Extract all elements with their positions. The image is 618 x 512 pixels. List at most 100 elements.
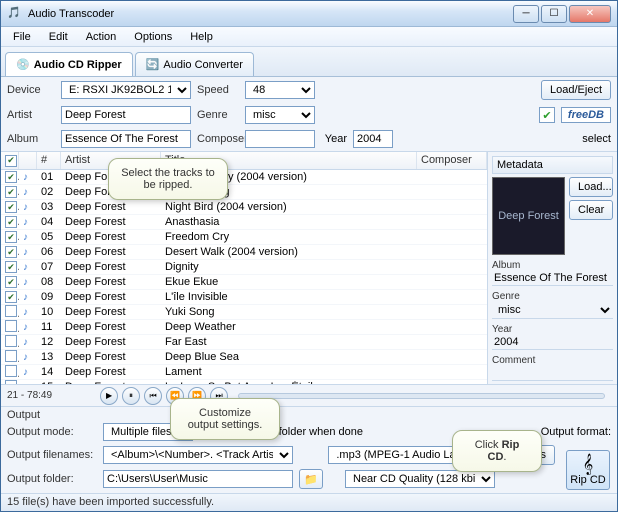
meta-year-input[interactable]: [492, 335, 613, 350]
freedb-button[interactable]: freeDB: [561, 107, 611, 123]
cd-icon: 💿: [16, 58, 30, 71]
note-icon: ♪: [23, 292, 28, 303]
prev-button[interactable]: ⏮: [144, 387, 162, 405]
artist-label: Artist: [7, 109, 55, 121]
year-label: Year: [321, 133, 347, 145]
output-folder-input[interactable]: [103, 470, 293, 488]
track-row[interactable]: ♪10Deep ForestYuki Song: [1, 305, 487, 320]
output-format-label: Output format:: [541, 426, 611, 438]
track-row[interactable]: ♪11Deep ForestDeep Weather: [1, 320, 487, 335]
genre-select[interactable]: misc: [245, 106, 315, 124]
callout-rip-cd: Click Rip CD.: [452, 430, 542, 472]
composer-label: Composer: [197, 133, 239, 145]
statusbar: 15 file(s) have been imported successful…: [1, 493, 617, 511]
note-icon: ♪: [23, 217, 28, 228]
track-row[interactable]: ✔♪09Deep ForestL'île Invisible: [1, 290, 487, 305]
track-row[interactable]: ✔♪03Deep ForestNight Bird (2004 version): [1, 200, 487, 215]
metadata-panel: Metadata Deep Forest Load... Clear Album…: [487, 152, 617, 384]
track-checkbox[interactable]: [5, 335, 17, 347]
album-input[interactable]: [61, 130, 191, 148]
track-row[interactable]: ✔♪04Deep ForestAnasthasia: [1, 215, 487, 230]
gear-icon: 🔄: [146, 58, 160, 71]
close-button[interactable]: ✕: [569, 5, 611, 23]
note-icon: ♪: [23, 307, 28, 318]
track-row[interactable]: ✔♪01Deep ForestSweet Lullaby (2004 versi…: [1, 170, 487, 185]
tab-audio-converter[interactable]: 🔄 Audio Converter: [135, 52, 254, 76]
minimize-button[interactable]: ─: [513, 5, 539, 23]
meta-genre-select[interactable]: misc: [492, 302, 613, 319]
callout-customize-output: Customize output settings.: [170, 398, 280, 440]
freedb-check-icon[interactable]: ✔: [539, 107, 555, 123]
window-title: Audio Transcoder: [28, 8, 513, 20]
menu-options[interactable]: Options: [126, 29, 180, 45]
select-label: select: [582, 133, 611, 145]
menubar: FileEditActionOptionsHelp: [1, 27, 617, 47]
album-cover: Deep Forest: [492, 177, 565, 255]
speed-select[interactable]: 48: [245, 81, 315, 99]
track-checkbox[interactable]: ✔: [5, 216, 17, 228]
treble-clef-icon: 𝄞: [583, 455, 594, 473]
callout-select-tracks: Select the tracks to be ripped.: [108, 158, 228, 200]
track-checkbox[interactable]: ✔: [5, 246, 17, 258]
track-row[interactable]: ♪14Deep ForestLament: [1, 365, 487, 380]
note-icon: ♪: [23, 322, 28, 333]
select-all-checkbox[interactable]: ✔: [5, 155, 17, 167]
output-header: Output: [1, 409, 617, 421]
composer-input[interactable]: [245, 130, 315, 148]
track-row[interactable]: ♪13Deep ForestDeep Blue Sea: [1, 350, 487, 365]
track-checkbox[interactable]: ✔: [5, 231, 17, 243]
track-checkbox[interactable]: ✔: [5, 171, 17, 183]
clear-cover-button[interactable]: Clear: [569, 200, 613, 220]
player-bar: 21 - 78:49 ▶ ⏸ ⏮ ⏪ ⏩ ⏭: [1, 384, 617, 406]
track-checkbox[interactable]: ✔: [5, 261, 17, 273]
play-button[interactable]: ▶: [100, 387, 118, 405]
menu-action[interactable]: Action: [78, 29, 125, 45]
track-list[interactable]: ✔♪01Deep ForestSweet Lullaby (2004 versi…: [1, 170, 487, 384]
load-eject-button[interactable]: Load/Eject: [541, 80, 611, 100]
pause-button[interactable]: ⏸: [122, 387, 140, 405]
device-select[interactable]: E: RSXI JK92BOL2 1.03: [61, 81, 191, 99]
tab-audio-cd-ripper[interactable]: 💿 Audio CD Ripper: [5, 52, 133, 76]
menu-edit[interactable]: Edit: [41, 29, 76, 45]
menu-file[interactable]: File: [5, 29, 39, 45]
rip-cd-button[interactable]: 𝄞 Rip CD: [566, 450, 610, 490]
track-checkbox[interactable]: [5, 320, 17, 332]
note-icon: ♪: [23, 187, 28, 198]
app-icon: 🎵: [7, 6, 23, 22]
note-icon: ♪: [23, 337, 28, 348]
track-checkbox[interactable]: ✔: [5, 186, 17, 198]
output-folder-label: Output folder:: [7, 473, 97, 485]
speed-label: Speed: [197, 84, 239, 96]
track-checkbox[interactable]: [5, 350, 17, 362]
load-cover-button[interactable]: Load...: [569, 177, 613, 197]
note-icon: ♪: [23, 172, 28, 183]
meta-comment-input[interactable]: [492, 366, 613, 381]
year-input[interactable]: [353, 130, 393, 148]
track-row[interactable]: ✔♪06Deep ForestDesert Walk (2004 version…: [1, 245, 487, 260]
track-checkbox[interactable]: ✔: [5, 276, 17, 288]
track-row[interactable]: ✔♪07Deep ForestDignity: [1, 260, 487, 275]
output-filenames-select[interactable]: <Album>\<Number>. <Track Artist> - <Titl…: [103, 446, 293, 464]
track-checkbox[interactable]: ✔: [5, 201, 17, 213]
genre-label: Genre: [197, 109, 239, 121]
device-label: Device: [7, 84, 55, 96]
titlebar: 🎵 Audio Transcoder ─ ☐ ✕: [1, 1, 617, 27]
track-row[interactable]: ✔♪05Deep ForestFreedom Cry: [1, 230, 487, 245]
track-checkbox[interactable]: ✔: [5, 291, 17, 303]
track-checkbox[interactable]: [5, 305, 17, 317]
track-row[interactable]: ♪12Deep ForestFar East: [1, 335, 487, 350]
time-display: 21 - 78:49: [7, 390, 52, 401]
output-quality-select[interactable]: Near CD Quality (128 kbit/s): [345, 470, 495, 488]
note-icon: ♪: [23, 202, 28, 213]
seek-bar[interactable]: [238, 393, 605, 399]
track-row[interactable]: ✔♪02Deep ForestMarta's Song: [1, 185, 487, 200]
note-icon: ♪: [23, 262, 28, 273]
maximize-button[interactable]: ☐: [541, 5, 567, 23]
artist-input[interactable]: [61, 106, 191, 124]
album-label: Album: [7, 133, 55, 145]
menu-help[interactable]: Help: [182, 29, 221, 45]
browse-folder-button[interactable]: 📁: [299, 469, 323, 489]
track-checkbox[interactable]: [5, 365, 17, 377]
meta-album-input[interactable]: [492, 271, 613, 286]
track-row[interactable]: ✔♪08Deep ForestEkue Ekue: [1, 275, 487, 290]
